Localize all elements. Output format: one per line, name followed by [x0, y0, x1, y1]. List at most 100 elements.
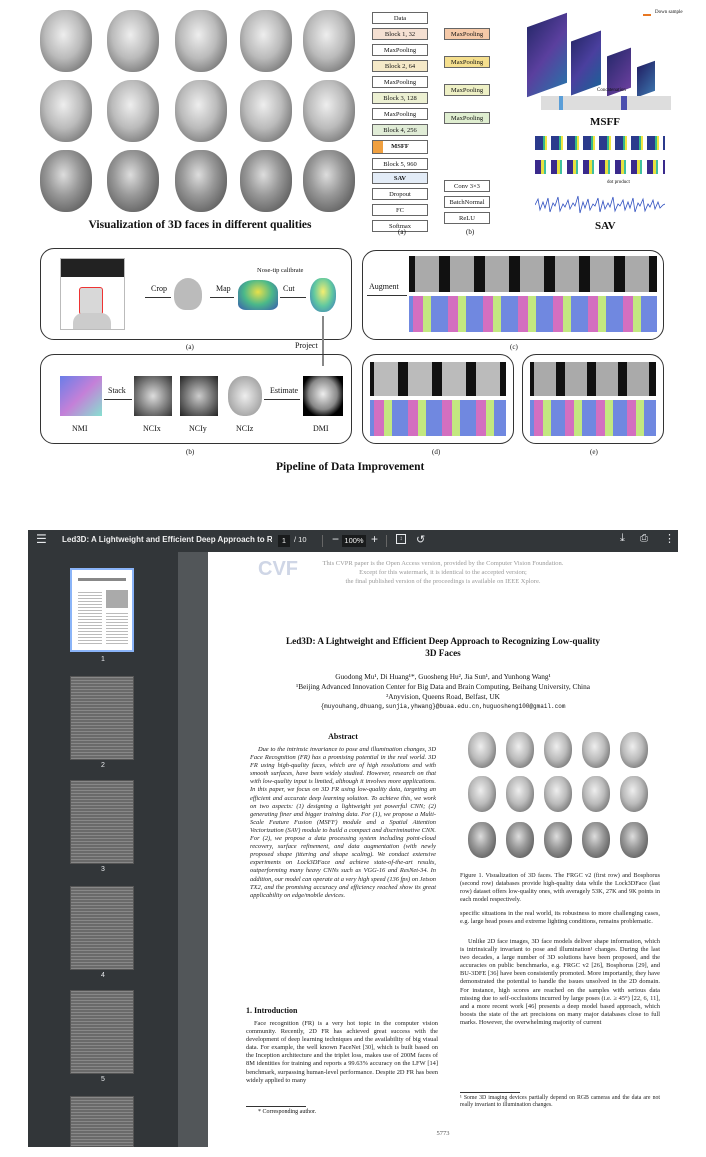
- augment-d-grid: [370, 362, 506, 438]
- footnote: ¹ Some 3D imaging devices partially depe…: [460, 1095, 660, 1108]
- face-lq-4: [240, 150, 292, 212]
- net-sub-a: (a): [398, 228, 406, 236]
- paper-affil-2: ²Anyvision, Queens Road, Belfast, UK: [386, 692, 500, 701]
- thumbnail-page-5[interactable]: [70, 990, 134, 1074]
- augment-e-grid: [530, 362, 656, 438]
- block-dropout: Dropout: [372, 188, 428, 200]
- face-lq-3: [175, 150, 227, 212]
- paper-affil-1: ¹Beijing Advanced Innovation Center for …: [296, 682, 590, 691]
- thumbnail-sidebar: 1 2 3 4 5: [28, 552, 178, 1147]
- block-data: Data: [372, 12, 428, 24]
- nmi-image: [60, 376, 102, 416]
- page-number: 5773: [436, 1130, 450, 1137]
- face-lq-2: [107, 150, 159, 212]
- thumbnail-page-3[interactable]: [70, 780, 134, 864]
- sav-maps-2: [535, 160, 665, 174]
- paper-emails: {muyouhang,dhuang,sunjia,yhwang}@buaa.ed…: [320, 703, 566, 710]
- zoom-in-icon[interactable]: +: [371, 532, 378, 546]
- thumbnail-num-2: 2: [101, 762, 105, 769]
- fit-page-icon[interactable]: ↕: [396, 534, 406, 544]
- paper-title-2: 3D Faces: [425, 648, 461, 658]
- pipe-sub-c: (c): [510, 343, 518, 351]
- dot-product-label: dot product: [607, 180, 630, 185]
- zoom-level[interactable]: 100%: [342, 535, 366, 547]
- block-3: Block 3, 128: [372, 92, 428, 104]
- pipe-sub-d: (d): [432, 448, 441, 456]
- label-map: Map: [216, 284, 231, 293]
- concat-bar: [541, 96, 671, 110]
- corresponding-note: * Corresponding author.: [258, 1109, 317, 1115]
- right-col-text: specific situations in the real world, i…: [460, 910, 660, 926]
- qualities-caption: Visualization of 3D faces in different q…: [88, 219, 312, 231]
- face-hq-4: [240, 10, 292, 72]
- abstract-text: Due to the intrinsic invariance to pose …: [250, 746, 437, 899]
- abstract-heading: Abstract: [328, 732, 358, 741]
- page-input[interactable]: 1: [278, 535, 290, 547]
- download-icon[interactable]: ⤓: [620, 532, 625, 545]
- label-ncix: NCIx: [143, 424, 161, 433]
- face-lq-1: [40, 150, 92, 212]
- block-sav: SAV: [372, 172, 428, 184]
- label-dmi: DMI: [313, 424, 329, 433]
- msff-title: MSFF: [590, 116, 620, 128]
- face-mq-4: [240, 80, 292, 142]
- sav-maps-1: [535, 136, 665, 150]
- side-maxpool-2: MaxPooling: [444, 56, 490, 68]
- fig1-caption: Figure 1. Visualization of 3D faces. The…: [460, 872, 660, 904]
- intro-heading: 1. Introduction: [246, 1006, 298, 1015]
- thumbnail-num-5: 5: [101, 1076, 105, 1083]
- legend-conv: Conv 3×3: [444, 180, 490, 192]
- block-maxpool-3: MaxPooling: [372, 108, 428, 120]
- side-maxpool-1: MaxPooling: [444, 28, 490, 40]
- face-mq-1: [40, 80, 92, 142]
- watermark-1: This CVPR paper is the Open Access versi…: [322, 560, 564, 567]
- thumbnail-page-2[interactable]: [70, 676, 134, 760]
- thumbnail-num-3: 3: [101, 866, 105, 873]
- downsample-label: Down sample: [655, 10, 683, 15]
- sav-title: SAV: [595, 220, 616, 232]
- face-mq-5: [303, 80, 355, 142]
- print-icon[interactable]: ⎙: [640, 533, 648, 544]
- nciy-image: [180, 376, 218, 416]
- pointcloud: [238, 280, 278, 310]
- nciz-image: [228, 376, 262, 416]
- right-col-text-2: Unlike 2D face images, 3D face models de…: [460, 938, 660, 1026]
- side-maxpool-3: MaxPooling: [444, 84, 490, 96]
- fig1-faces: [462, 730, 658, 866]
- label-cut: Cut: [283, 284, 295, 293]
- concatenation-label: Concatenation: [597, 88, 626, 93]
- menu-icon[interactable]: ☰: [36, 532, 47, 546]
- faces-grid: [35, 8, 360, 218]
- augment-grid: [409, 256, 657, 334]
- label-crop: Crop: [151, 284, 167, 293]
- thumbnail-page-6[interactable]: [70, 1096, 134, 1147]
- pipe-sub-a: (a): [186, 343, 194, 351]
- dmi-image: [303, 376, 343, 416]
- face-hq-3: [175, 10, 227, 72]
- rotate-icon[interactable]: ↺: [416, 533, 425, 546]
- network-diagram: Data Block 1, 32 MaxPooling Block 2, 64 …: [368, 8, 513, 232]
- block-maxpool-2: MaxPooling: [372, 76, 428, 88]
- intro-text: Face recognition (FR) is a very hot topi…: [246, 1020, 438, 1084]
- block-msff: MSFF: [372, 140, 428, 154]
- label-project: Project: [295, 341, 318, 350]
- thumbnail-page-1[interactable]: [70, 568, 134, 652]
- watermark-2: Except for this watermark, it is identic…: [359, 569, 527, 576]
- more-options-icon[interactable]: ⋮: [664, 532, 675, 545]
- block-1: Block 1, 32: [372, 28, 428, 40]
- label-estimate: Estimate: [270, 386, 298, 395]
- viewer-toolbar: ☰ Led3D: A Lightweight and Efficient Dee…: [28, 530, 678, 552]
- scan-image: [60, 258, 125, 330]
- pipeline-caption: Pipeline of Data Improvement: [276, 461, 425, 473]
- head-photo: [174, 278, 202, 310]
- side-maxpool-4: MaxPooling: [444, 112, 490, 124]
- pdf-viewer: ☰ Led3D: A Lightweight and Efficient Dee…: [28, 530, 678, 1147]
- msff-sav-diagram: Down sample Concatenation MSFF dot produ…: [515, 8, 695, 236]
- nose-tip-label: Nose-tip calibrate: [257, 267, 304, 274]
- face-lq-5: [303, 150, 355, 212]
- block-5: Block 5, 960: [372, 158, 428, 170]
- face-hq-5: [303, 10, 355, 72]
- pipe-sub-e: (e): [590, 448, 598, 456]
- zoom-out-icon[interactable]: −: [332, 532, 339, 546]
- thumbnail-page-4[interactable]: [70, 886, 134, 970]
